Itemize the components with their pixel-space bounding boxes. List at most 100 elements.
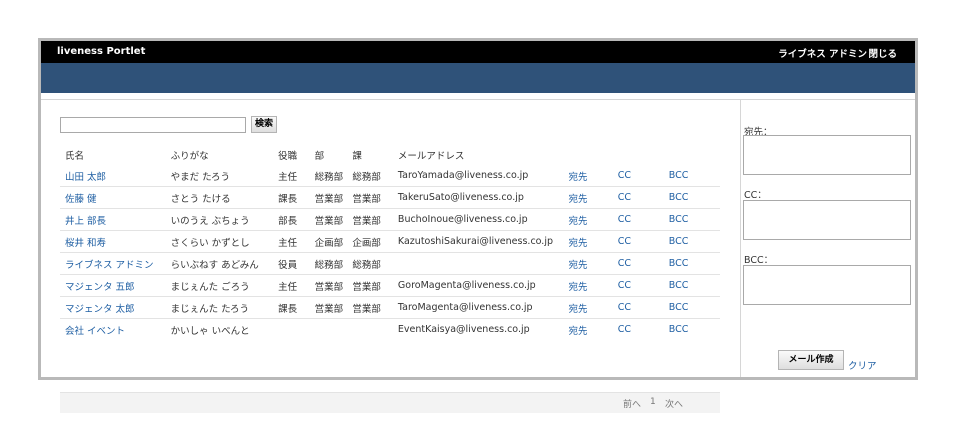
table-cell: マジェンタ 太郎 <box>60 296 171 319</box>
table-cell: かいしゃ いべんと <box>171 319 279 341</box>
add-bcc-link[interactable]: BCC <box>669 214 689 225</box>
table-cell: まじぇんた たろう <box>170 296 279 319</box>
table-cell: BCC <box>669 319 720 341</box>
table-cell: 営業部 <box>352 274 398 297</box>
user-dept: 営業部 <box>314 215 344 227</box>
user-email: GoroMagenta@liveness.co.jp <box>397 280 536 291</box>
user-kana: さくらい かずとし <box>170 237 250 249</box>
add-bcc-link[interactable]: BCC <box>669 170 689 181</box>
clear-link[interactable]: クリア <box>848 358 877 372</box>
to-field[interactable] <box>743 135 911 175</box>
user-section: 営業部 <box>352 303 381 315</box>
user-section: 総務部 <box>352 259 381 271</box>
user-position: 課長 <box>278 303 298 315</box>
add-to-link[interactable]: 宛先 <box>569 260 588 271</box>
add-cc-link[interactable]: CC <box>618 214 631 225</box>
add-to-link[interactable]: 宛先 <box>569 238 588 249</box>
add-cc-link[interactable]: CC <box>618 302 631 313</box>
user-section: 総務部 <box>352 171 381 183</box>
table-row: マジェンタ 五郎 まじぇんた ごろう 主任 営業部 営業部 GoroMagenta@liv… <box>60 274 720 297</box>
user-name-link[interactable]: 山田 太郎 <box>65 172 106 183</box>
compose-mail-button[interactable]: メール作成 <box>778 350 844 370</box>
add-bcc-link[interactable]: BCC <box>669 324 689 335</box>
add-cc-link[interactable]: CC <box>618 324 631 335</box>
user-name: ライブネス アドミン <box>778 49 867 60</box>
add-bcc-link[interactable]: BCC <box>669 236 689 247</box>
column-header-kana: ふりがな <box>170 151 209 162</box>
user-kana: さとう たける <box>170 193 231 205</box>
user-name-link[interactable]: ライブネス アドミン <box>65 260 154 271</box>
table-cell: KazutoshiSakurai@liveness.co.jp <box>397 230 569 253</box>
user-name-link[interactable]: マジェンタ 五郎 <box>65 282 135 293</box>
table-row: 桜井 和寿 さくらい かずとし 主任 企画部 企画部 KazutoshiSakurai@l… <box>60 230 720 253</box>
add-cc-link[interactable]: CC <box>618 170 631 181</box>
user-kana: らいぶねす あどみん <box>170 259 259 271</box>
add-bcc-link[interactable]: BCC <box>669 258 689 269</box>
user-position: 課長 <box>278 193 298 205</box>
table-row: 佐藤 健 さとう たける 課長 営業部 営業部 TakeruSato@liveness.c… <box>60 186 720 209</box>
table-cell: 井上 部長 <box>60 208 171 231</box>
pager-prev[interactable]: 前へ <box>623 397 641 410</box>
user-kana: まじぇんた ごろう <box>170 281 250 293</box>
user-name-link[interactable]: 佐藤 健 <box>65 194 97 205</box>
column-header-position: 役職 <box>278 151 298 162</box>
header-band <box>41 63 915 93</box>
close-link[interactable]: 閉じる <box>868 46 897 60</box>
user-name-link[interactable]: 井上 部長 <box>65 216 106 227</box>
search-input[interactable] <box>60 117 246 133</box>
add-cc-link[interactable]: CC <box>618 280 631 291</box>
user-name-link[interactable]: 会社 イベント <box>65 326 125 337</box>
add-to-link[interactable]: 宛先 <box>569 282 588 293</box>
table-cell: 宛先 <box>568 296 618 319</box>
table-cell: 会社 イベント <box>60 319 171 341</box>
add-cc-link[interactable]: CC <box>618 258 631 269</box>
table-cell: 宛先 <box>568 274 618 297</box>
table-header-row: 氏名 ふりがな 役職 部 課 メールアドレス <box>60 145 720 165</box>
add-to-link[interactable]: 宛先 <box>569 172 588 183</box>
add-cc-link[interactable]: CC <box>618 236 631 247</box>
add-to-link[interactable]: 宛先 <box>569 304 588 315</box>
table-cell: 総務部 <box>352 165 398 187</box>
pagination: 前へ 1 次へ <box>60 392 720 413</box>
table-cell: 課長 <box>278 296 315 319</box>
search-button[interactable]: 検索 <box>251 116 277 133</box>
add-to-link[interactable]: 宛先 <box>569 326 588 337</box>
user-name-link[interactable]: マジェンタ 太郎 <box>65 304 135 315</box>
portlet-title: liveness Portlet <box>57 46 146 57</box>
table-cell: いのうえ ぶちょう <box>170 208 279 231</box>
table-cell: さくらい かずとし <box>170 230 279 253</box>
table-cell: BCC <box>668 165 720 187</box>
table-cell: BCC <box>668 230 720 253</box>
table-cell: 総務部 <box>314 165 353 187</box>
add-bcc-link[interactable]: BCC <box>669 302 689 313</box>
table-cell: 主任 <box>278 274 315 297</box>
user-list-panel: 検索 氏名 ふりがな 役職 部 課 メールアドレス 山田 太郎 やまだ たろう 主任… <box>41 100 739 413</box>
header-divider <box>41 93 915 100</box>
user-section: 企画部 <box>352 237 381 249</box>
column-header-cc <box>618 145 669 165</box>
add-cc-link[interactable]: CC <box>618 192 631 203</box>
user-kana: まじぇんた たろう <box>170 303 250 315</box>
table-cell: BCC <box>668 208 720 231</box>
user-position: 主任 <box>278 281 298 293</box>
add-bcc-link[interactable]: BCC <box>669 192 689 203</box>
table-cell: CC <box>617 296 669 319</box>
add-bcc-link[interactable]: BCC <box>669 280 689 291</box>
pager-next[interactable]: 次へ <box>665 397 683 410</box>
user-kana: かいしゃ いべんと <box>170 325 250 337</box>
user-dept: 営業部 <box>314 303 344 315</box>
cc-field[interactable] <box>743 200 911 240</box>
table-cell: 営業部 <box>314 296 353 319</box>
bcc-field[interactable] <box>743 265 911 305</box>
table-cell: 主任 <box>278 230 315 253</box>
table-cell: 営業部 <box>352 296 398 319</box>
table-cell: BCC <box>668 274 720 297</box>
add-to-link[interactable]: 宛先 <box>569 194 588 205</box>
user-position: 役員 <box>278 259 298 271</box>
table-cell: ライブネス アドミン <box>60 252 171 275</box>
table-cell: 役員 <box>278 252 315 275</box>
user-name-link[interactable]: 桜井 和寿 <box>65 238 106 249</box>
table-cell: BCC <box>668 186 720 209</box>
table-cell: EventKaisya@liveness.co.jp <box>398 319 569 341</box>
add-to-link[interactable]: 宛先 <box>569 216 588 227</box>
